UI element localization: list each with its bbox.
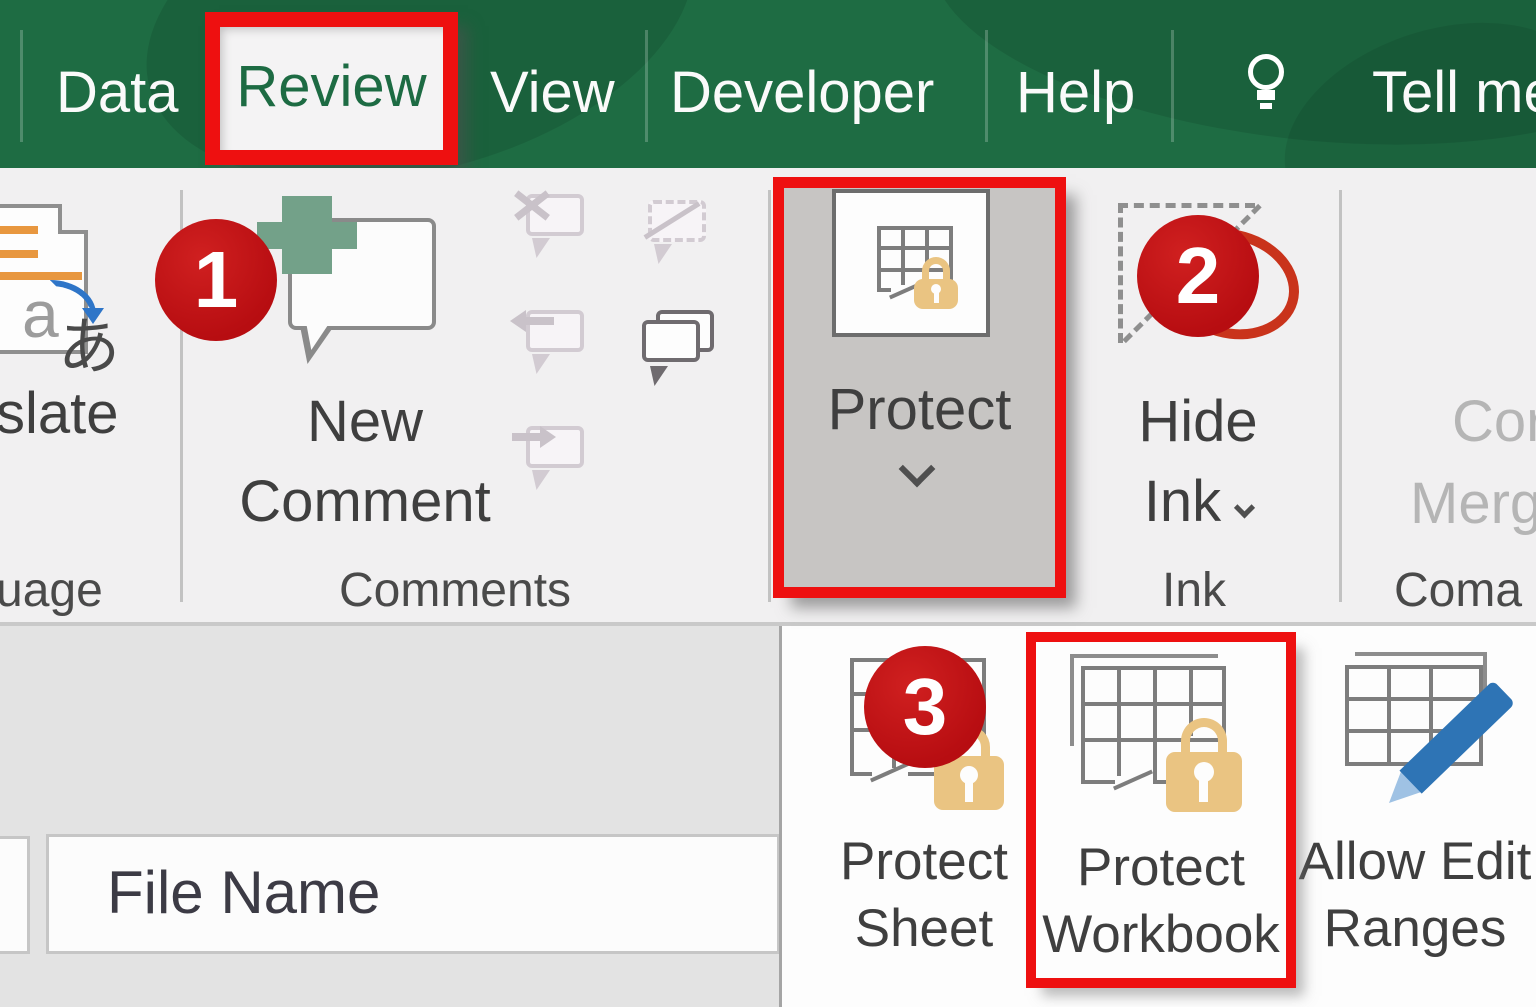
language-group-label-fragment: uage [0, 564, 103, 618]
new-comment-label-line1: New [215, 382, 515, 462]
step-3-badge: 3 [864, 646, 986, 768]
protect-dropdown-menu: Protect Sheet 3 [779, 626, 1536, 1007]
protect-button-highlight-frame: Protect [773, 177, 1066, 598]
previous-comment-icon[interactable] [514, 306, 598, 380]
tab-review[interactable]: Review [220, 27, 443, 147]
allow-edit-ranges-label-line1: Allow Edit [1295, 828, 1535, 895]
ribbon-content: a あ slate uage New Comment [0, 168, 1536, 622]
hide-ink-label-line1: Hide [1122, 382, 1274, 462]
protect-workbook-label-line1: Protect [1011, 834, 1311, 901]
tab-separator [20, 30, 23, 142]
comments-group-label: Comments [330, 564, 580, 618]
delete-comment-icon[interactable] [514, 190, 598, 264]
step-1-badge: 1 [155, 219, 277, 341]
file-name-cell-text: File Name [107, 837, 380, 949]
tab-review-highlight-frame: Review [205, 12, 458, 165]
merge-button-label-fragment: Merg [1410, 464, 1536, 544]
tab-tell-me[interactable]: Tell me [1372, 58, 1536, 128]
tab-separator [1171, 30, 1174, 142]
hide-ink-label-line2: Ink [1122, 462, 1274, 542]
protect-workbook-label-line2: Workbook [1011, 901, 1311, 968]
tab-view[interactable]: View [490, 58, 615, 128]
new-comment-button[interactable]: New Comment [215, 382, 515, 542]
protect-button-icon-box[interactable] [832, 189, 990, 337]
show-comments-icon[interactable] [636, 310, 720, 384]
worksheet-cell-file-name[interactable]: File Name [46, 834, 780, 954]
new-comment-label-line2: Comment [215, 462, 515, 542]
tab-separator [645, 30, 648, 142]
new-comment-bubble-plus-icon[interactable] [288, 218, 436, 330]
chevron-down-icon [1234, 497, 1255, 518]
tab-separator [985, 30, 988, 142]
hide-ink-button[interactable]: Hide Ink [1122, 382, 1274, 542]
ribbon-tab-bar: Data View Developer Help Tell me Review [0, 0, 1536, 168]
group-separator [768, 190, 771, 602]
protect-workbook-highlight-frame: Protect Workbook [1026, 632, 1296, 988]
lightbulb-icon [1244, 54, 1292, 118]
edit-comment-icon[interactable] [636, 196, 720, 270]
chevron-down-icon [899, 451, 936, 488]
translate-button-label-fragment[interactable]: slate [0, 374, 119, 454]
step-2-badge: 2 [1137, 215, 1259, 337]
excel-ribbon-screenshot: Data View Developer Help Tell me Review … [0, 0, 1536, 1007]
next-comment-icon[interactable] [514, 422, 598, 496]
ink-group-label: Ink [1128, 564, 1260, 618]
group-separator [1339, 190, 1342, 602]
tab-help[interactable]: Help [1016, 58, 1135, 128]
tab-data[interactable]: Data [56, 58, 179, 128]
allow-edit-ranges-label-line2: Ranges [1295, 895, 1535, 962]
compare-button-label-fragment: Cor [1452, 382, 1536, 462]
right-group-label-fragment: Coma [1394, 564, 1522, 618]
translate-kana-char: あ [58, 296, 120, 386]
page-fold-corner [58, 204, 88, 234]
translate-latin-char: a [22, 276, 59, 352]
tab-developer[interactable]: Developer [670, 58, 934, 128]
protect-button-label[interactable]: Protect [784, 370, 1055, 450]
worksheet-cell[interactable] [0, 836, 30, 954]
